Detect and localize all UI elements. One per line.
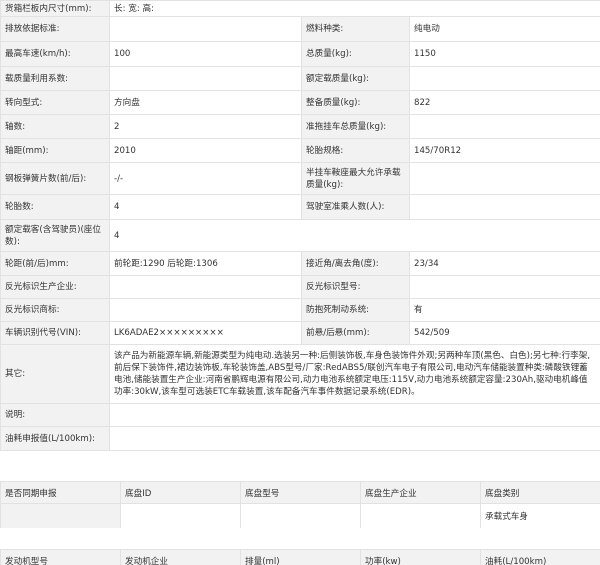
spec-value: 有 [409,298,600,322]
spec-label: 准拖挂车总质量(kg): [301,114,410,139]
spec-value [409,194,600,220]
spec-row-cargo-box: 货箱栏板内尺寸(mm): 长: 宽: 高: [0,0,600,17]
chassis-cell [0,503,121,529]
spec-row: 反光标识生产企业: 反光标识型号: [0,275,600,299]
spec-label: 半挂车鞍座最大允许承载质量(kg): [301,162,410,195]
chassis-data-row: 承载式车身 [0,503,600,529]
engine-header: 发动机型号 [0,549,121,565]
other-description: 该产品为新能源车辆,新能源类型为纯电动.选装另一种:后侧装饰板,车身色装饰件外观… [109,344,600,404]
chassis-header: 底盘类别 [480,481,600,504]
spec-row-seats: 额定载客(含驾驶员)(座位数): 4 [0,219,600,252]
vehicle-spec-table: 货箱栏板内尺寸(mm): 长: 宽: 高: 排放依据标准: 燃料种类: 纯电动 … [0,0,600,451]
spec-label: 燃料种类: [301,16,410,42]
spec-label: 轴距(mm): [0,138,110,163]
spec-label: 总质量(kg): [301,41,410,67]
spec-value: 长: 宽: 高: [109,0,600,17]
spec-value: -/- [109,162,302,195]
spec-value [109,275,302,299]
spec-value [109,16,302,42]
spec-value [409,66,600,91]
spec-row: 轮距(前/后)mm: 前轮距:1290 后轮距:1306 接近角/离去角(度):… [0,251,600,276]
other-label: 其它: [0,344,110,404]
engine-header-row: 发动机型号 发动机企业 排量(ml) 功率(kw) 油耗(L/100km) [0,549,600,565]
spec-value [109,66,302,91]
chassis-cell [120,503,241,529]
spec-value [409,114,600,139]
spec-label: 轮距(前/后)mm: [0,251,110,276]
chassis-table: 是否同期申报 底盘ID 底盘型号 底盘生产企业 底盘类别 承载式车身 [0,481,600,529]
spec-row-note: 说明: [0,403,600,427]
spec-label: 货箱栏板内尺寸(mm): [0,0,110,17]
fuel-label: 油耗申报值(L/100km): [0,426,110,451]
chassis-header-row: 是否同期申报 底盘ID 底盘型号 底盘生产企业 底盘类别 [0,481,600,504]
spec-label: 额定载质量(kg): [301,66,410,91]
engine-header: 排量(ml) [240,549,361,565]
chassis-cell [240,503,361,529]
spec-label: 轮胎数: [0,194,110,220]
spec-label: 钢板弹簧片数(前/后): [0,162,110,195]
engine-header: 功率(kw) [360,549,481,565]
section-gap [0,459,600,481]
spec-row: 车辆识别代号(VIN): LK6ADAE2××××××××× 前悬/后悬(mm)… [0,321,600,345]
spec-row: 轴距(mm): 2010 轮胎规格: 145/70R12 [0,138,600,163]
spec-value [409,162,600,195]
spec-row: 载质量利用系数: 额定载质量(kg): [0,66,600,91]
spec-row: 轴数: 2 准拖挂车总质量(kg): [0,114,600,139]
engine-header: 油耗(L/100km) [480,549,600,565]
spec-label: 接近角/离去角(度): [301,251,410,276]
spec-label: 车辆识别代号(VIN): [0,321,110,345]
fuel-value [109,426,600,451]
spec-label: 转向型式: [0,90,110,115]
chassis-header: 是否同期申报 [0,481,121,504]
spec-value: 822 [409,90,600,115]
spec-value: 23/34 [409,251,600,276]
spec-label: 反光标识型号: [301,275,410,299]
spec-row: 排放依据标准: 燃料种类: 纯电动 [0,16,600,42]
engine-table: 发动机型号 发动机企业 排量(ml) 功率(kw) 油耗(L/100km) [0,549,600,565]
note-label: 说明: [0,403,110,427]
chassis-header: 底盘型号 [240,481,361,504]
spec-row: 轮胎数: 4 驾驶室准乘人数(人): [0,194,600,220]
spec-value: LK6ADAE2××××××××× [109,321,302,345]
spec-value: 145/70R12 [409,138,600,163]
spec-label: 驾驶室准乘人数(人): [301,194,410,220]
section-gap [0,528,600,549]
spec-value: 纯电动 [409,16,600,42]
spec-value: 2 [109,114,302,139]
chassis-cell: 承载式车身 [480,503,600,529]
spec-value: 2010 [109,138,302,163]
spec-label: 排放依据标准: [0,16,110,42]
spec-row-fuel: 油耗申报值(L/100km): [0,426,600,451]
spec-value: 1150 [409,41,600,67]
chassis-cell [360,503,481,529]
spec-row: 转向型式: 方向盘 整备质量(kg): 822 [0,90,600,115]
spec-label: 反光标识生产企业: [0,275,110,299]
spec-value: 100 [109,41,302,67]
spec-label: 防抱死制动系统: [301,298,410,322]
spec-label: 额定载客(含驾驶员)(座位数): [0,219,110,252]
spec-row: 钢板弹簧片数(前/后): -/- 半挂车鞍座最大允许承载质量(kg): [0,162,600,195]
spec-label: 反光标识商标: [0,298,110,322]
engine-header: 发动机企业 [120,549,241,565]
spec-label: 轮胎规格: [301,138,410,163]
spec-value: 前轮距:1290 后轮距:1306 [109,251,302,276]
spec-value [109,298,302,322]
spec-value: 4 [109,219,600,252]
spec-label: 轴数: [0,114,110,139]
spec-row: 反光标识商标: 防抱死制动系统: 有 [0,298,600,322]
spec-value: 4 [109,194,302,220]
spec-value: 542/509 [409,321,600,345]
spec-label: 最高车速(km/h): [0,41,110,67]
spec-row-other: 其它: 该产品为新能源车辆,新能源类型为纯电动.选装另一种:后侧装饰板,车身色装… [0,344,600,404]
chassis-header: 底盘ID [120,481,241,504]
spec-value: 方向盘 [109,90,302,115]
spec-label: 前悬/后悬(mm): [301,321,410,345]
chassis-header: 底盘生产企业 [360,481,481,504]
note-value [109,403,600,427]
spec-row: 最高车速(km/h): 100 总质量(kg): 1150 [0,41,600,67]
spec-label: 整备质量(kg): [301,90,410,115]
spec-value [409,275,600,299]
spec-label: 载质量利用系数: [0,66,110,91]
